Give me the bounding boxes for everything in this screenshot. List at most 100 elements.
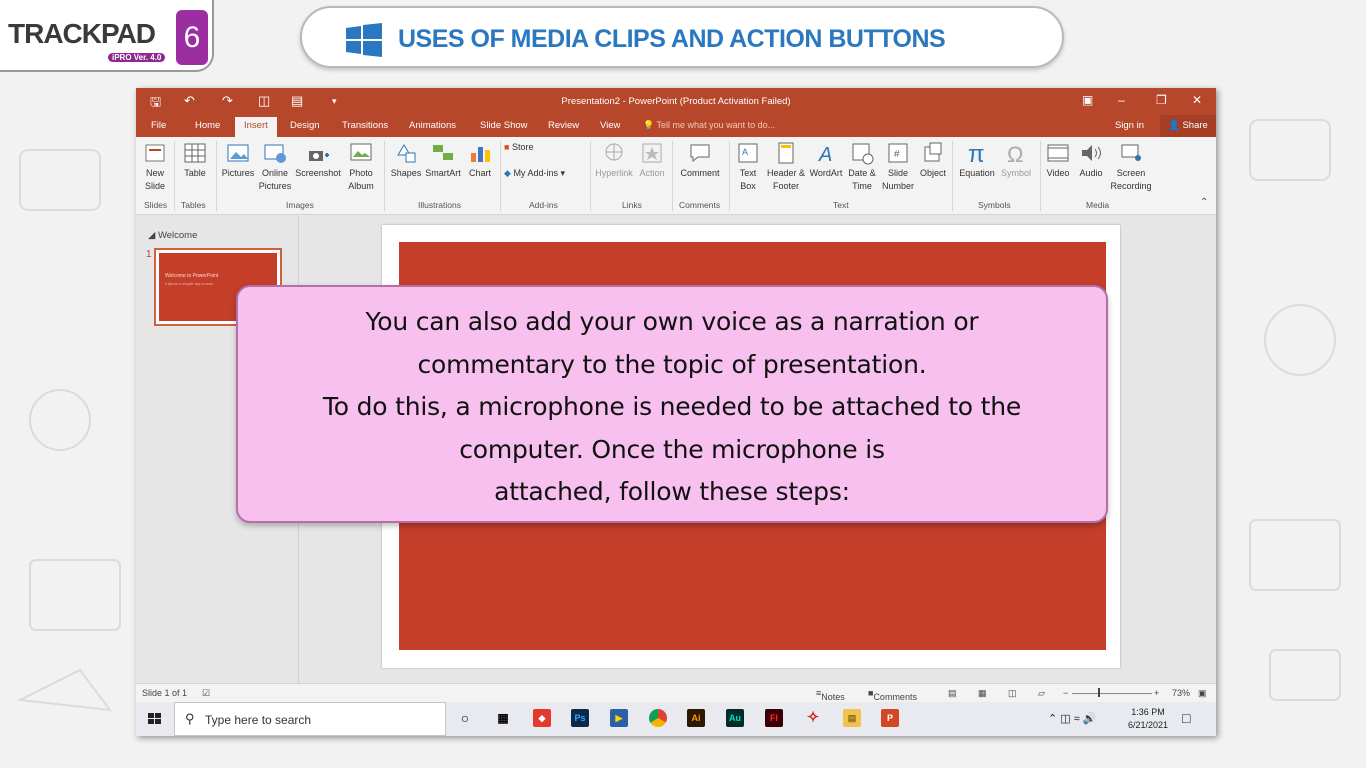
comment-button[interactable]: Comment — [676, 141, 724, 180]
callout-line-4: computer. Once the microphone is — [459, 434, 885, 464]
fit-to-window-icon[interactable]: ▣ — [1198, 688, 1207, 699]
clock-date: 6/21/2021 — [1128, 720, 1169, 730]
notification-icon[interactable]: □ — [1182, 710, 1190, 726]
smartart-label: SmartArt — [425, 168, 461, 178]
zoom-slider[interactable] — [1072, 693, 1152, 694]
clock[interactable]: 1:36 PM 6/21/2021 — [1128, 707, 1168, 730]
zoom-slider-thumb[interactable] — [1098, 688, 1100, 697]
object-label: Object — [919, 168, 946, 178]
ribbon-display-icon[interactable]: ▣ — [1082, 93, 1093, 107]
tab-home[interactable]: Home — [195, 120, 220, 131]
tab-view[interactable]: View — [600, 120, 620, 131]
tab-animations[interactable]: Animations — [409, 120, 456, 131]
table-button[interactable]: Table — [180, 141, 210, 180]
pictures-button[interactable]: Pictures — [220, 141, 256, 180]
tab-review[interactable]: Review — [548, 120, 579, 131]
my-addins-label: My Add-ins — [513, 168, 558, 178]
zoom-in-icon[interactable]: + — [1154, 688, 1159, 698]
thumbnail-subtitle: 5 tips for a simpler way to work — [165, 282, 214, 286]
zoom-level[interactable]: 73% — [1172, 688, 1190, 698]
audio-button[interactable]: Audio — [1075, 141, 1107, 180]
comments-button[interactable]: ■ Comments — [868, 688, 917, 702]
cortana-icon[interactable]: ○ — [456, 709, 474, 727]
acrobat-icon[interactable]: ✧ — [804, 709, 822, 727]
instruction-callout: You can also add your own voice as a nar… — [236, 285, 1108, 523]
chrome-icon[interactable] — [649, 709, 667, 727]
action-button[interactable]: Action — [636, 141, 668, 180]
equation-label: Equation — [959, 168, 995, 178]
store-button[interactable]: ■ Store — [504, 141, 550, 154]
group-separator — [216, 141, 217, 211]
close-icon[interactable]: ✕ — [1192, 93, 1202, 107]
tab-file[interactable]: File — [151, 120, 166, 131]
anydesk-icon[interactable]: ◆ — [533, 709, 551, 727]
smartart-button[interactable]: SmartArt — [423, 141, 463, 180]
tab-insert[interactable]: Insert — [235, 117, 277, 137]
screen-recording-icon — [1121, 144, 1141, 161]
svg-text:A: A — [742, 147, 748, 157]
equation-button[interactable]: π Equation — [956, 141, 998, 180]
screenshot-button[interactable]: Screenshot — [294, 141, 342, 180]
tell-me-text: Tell me what you want to do... — [656, 120, 776, 130]
screen-recording-label: Screen Recording — [1110, 168, 1152, 191]
tab-transitions[interactable]: Transitions — [342, 120, 388, 131]
online-pictures-button[interactable]: Online Pictures — [258, 141, 292, 193]
my-addins-button[interactable]: ◆ My Add-ins ▾ — [504, 167, 584, 180]
minimize-icon[interactable]: – — [1118, 93, 1125, 107]
flash-icon[interactable]: Fl — [765, 709, 783, 727]
online-pictures-label: Online Pictures — [258, 168, 292, 191]
photo-album-button[interactable]: Photo Album — [344, 141, 378, 193]
normal-view-icon[interactable]: ▤ — [948, 688, 957, 699]
powerpoint-taskbar-icon[interactable]: P — [881, 709, 899, 727]
start-button-icon[interactable] — [136, 702, 174, 736]
system-tray-icons[interactable]: ⌃ ◫ ≈ 🔊 — [1048, 712, 1097, 725]
notes-button[interactable]: ≡ Notes — [816, 688, 845, 702]
date-time-button[interactable]: Date & Time — [846, 141, 878, 193]
photoshop-icon[interactable]: Ps — [571, 709, 589, 727]
photo-album-icon — [350, 143, 372, 161]
callout-line-3: To do this, a microphone is needed to be… — [322, 392, 1022, 421]
logo-badge: 6 — [176, 10, 208, 65]
slide-number-label: Slide Number — [881, 168, 914, 191]
text-box-button[interactable]: A Text Box — [734, 141, 762, 193]
audition-icon[interactable]: Au — [726, 709, 744, 727]
tell-me-box[interactable]: 💡 Tell me what you want to do... — [643, 120, 775, 131]
hyperlink-button[interactable]: Hyperlink — [594, 141, 634, 180]
share-button[interactable]: 👤 Share — [1160, 115, 1216, 137]
header-footer-button[interactable]: Header & Footer — [764, 141, 808, 193]
restore-icon[interactable]: ❐ — [1156, 93, 1167, 107]
illustrator-icon[interactable]: Ai — [687, 709, 705, 727]
audio-label: Audio — [1079, 168, 1103, 178]
slide-number-button[interactable]: # Slide Number — [879, 141, 917, 193]
section-header[interactable]: ◢ Welcome — [148, 230, 197, 241]
tab-design[interactable]: Design — [290, 120, 320, 131]
screen-recording-button[interactable]: Screen Recording — [1108, 141, 1154, 193]
shapes-button[interactable]: Shapes — [390, 141, 422, 180]
spell-check-icon[interactable]: ☑ — [202, 688, 210, 699]
hyperlink-label: Hyperlink — [595, 168, 633, 178]
table-icon — [184, 143, 206, 163]
reading-view-icon[interactable]: ◫ — [1008, 688, 1017, 699]
sign-in-link[interactable]: Sign in — [1115, 120, 1144, 131]
group-separator — [384, 141, 385, 211]
slideshow-view-icon[interactable]: ▱ — [1038, 688, 1045, 699]
chart-label: Chart — [468, 168, 491, 178]
zoom-out-icon[interactable]: − — [1063, 688, 1068, 698]
tab-slide-show[interactable]: Slide Show — [480, 120, 528, 131]
task-view-icon[interactable]: ▦ — [494, 709, 512, 727]
media-player-icon[interactable]: ▶ — [610, 709, 628, 727]
slide-sorter-icon[interactable]: ▦ — [978, 688, 987, 699]
new-slide-button[interactable]: New Slide — [142, 141, 168, 193]
taskbar-search[interactable]: ⚲ Type here to search — [174, 702, 446, 736]
video-button[interactable]: Video — [1044, 141, 1072, 180]
chart-button[interactable]: Chart — [465, 141, 495, 180]
object-button[interactable]: Object — [918, 141, 948, 180]
trackpad-logo: TRACKPAD iPRO Ver. 4.0 6 — [0, 0, 214, 72]
file-explorer-icon[interactable]: ▤ — [843, 709, 861, 727]
group-separator — [672, 141, 673, 211]
shapes-label: Shapes — [390, 168, 422, 178]
collapse-ribbon-icon[interactable]: ⌃ — [1200, 197, 1208, 208]
wordart-button[interactable]: A WordArt — [806, 141, 846, 180]
windows-taskbar: ⚲ Type here to search ○ ▦ ◆ Ps ▶ Ai Au F… — [136, 702, 1216, 736]
symbol-button[interactable]: Ω Symbol — [998, 141, 1034, 180]
